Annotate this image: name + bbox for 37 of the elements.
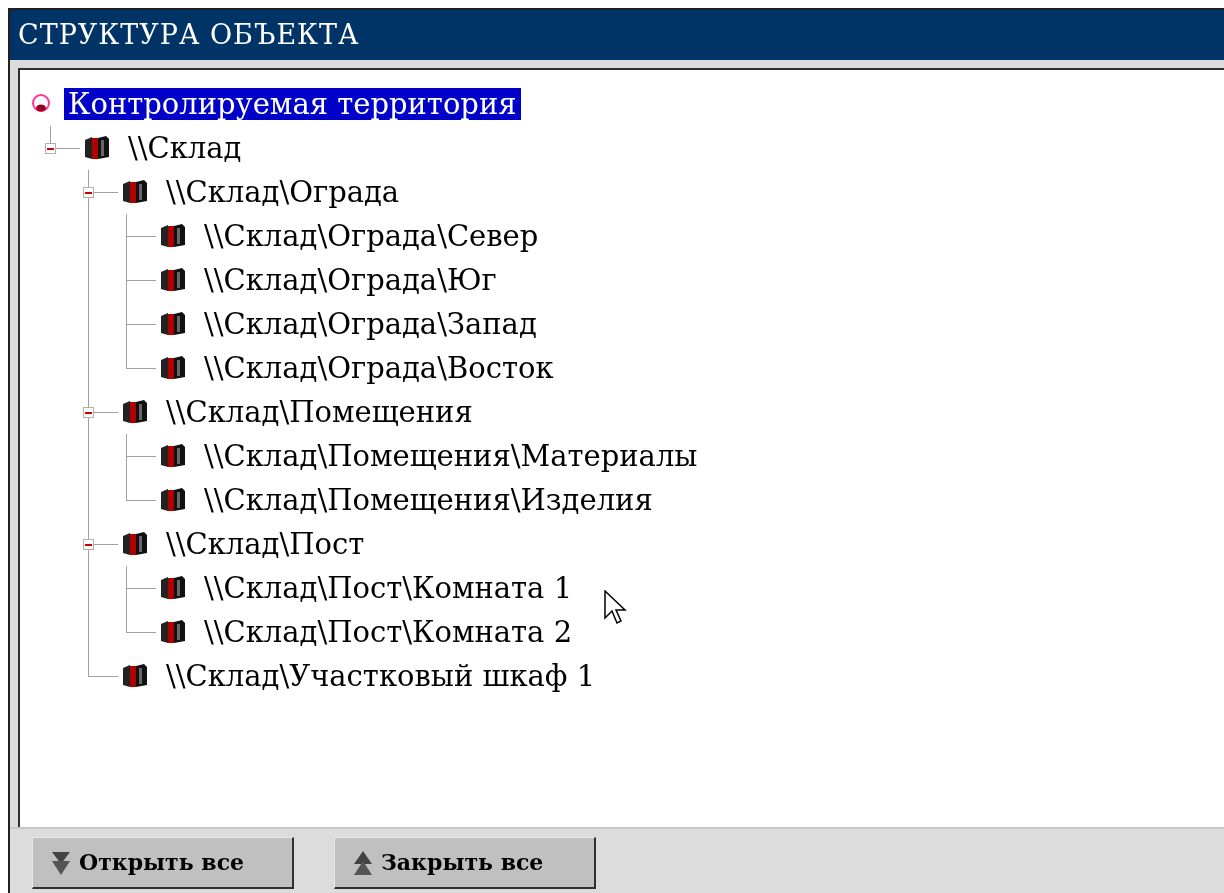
- tree-item[interactable]: \\Склад\Ограда\Запад: [200, 308, 541, 340]
- target-icon: [30, 93, 52, 115]
- collapse-toggle[interactable]: [45, 143, 56, 154]
- tree-item[interactable]: \\Склад: [124, 132, 246, 164]
- building-icon: [158, 619, 188, 645]
- window-title: СТРУКТУРА ОБЪЕКТА: [10, 10, 1224, 60]
- tree-item[interactable]: \\Склад\Помещения\Изделия: [200, 484, 657, 516]
- tree-item[interactable]: \\Склад\Ограда\Восток: [200, 352, 558, 384]
- tree-item[interactable]: \\Склад\Участковый шкаф 1: [162, 660, 600, 692]
- collapse-toggle[interactable]: [83, 539, 94, 550]
- collapse-toggle[interactable]: [83, 187, 94, 198]
- building-icon: [158, 355, 188, 381]
- collapse-all-button[interactable]: Закрыть все: [334, 837, 596, 889]
- tree-item[interactable]: \\Склад\Ограда\Север: [200, 220, 543, 252]
- building-icon: [120, 399, 150, 425]
- tree-item[interactable]: \\Склад\Пост: [162, 528, 369, 560]
- building-icon: [120, 663, 150, 689]
- tree-item[interactable]: \\Склад\Ограда\Юг: [200, 264, 501, 296]
- building-icon: [158, 311, 188, 337]
- double-up-arrow-icon: [353, 849, 373, 876]
- building-icon: [82, 135, 112, 161]
- tree-item[interactable]: \\Склад\Помещения\Материалы: [200, 440, 702, 472]
- tree-item[interactable]: Контролируемая территория: [64, 88, 521, 120]
- building-icon: [158, 443, 188, 469]
- tree-item[interactable]: \\Склад\Ограда: [162, 176, 404, 208]
- building-icon: [120, 531, 150, 557]
- expand-all-button[interactable]: Открыть все: [32, 837, 294, 889]
- building-icon: [158, 575, 188, 601]
- building-icon: [158, 267, 188, 293]
- tree-item[interactable]: \\Склад\Пост\Комната 2: [200, 616, 577, 648]
- double-down-arrow-icon: [51, 849, 71, 876]
- building-icon: [158, 223, 188, 249]
- tree-item[interactable]: \\Склад\Помещения: [162, 396, 477, 428]
- collapse-toggle[interactable]: [83, 407, 94, 418]
- building-icon: [120, 179, 150, 205]
- tree-item[interactable]: \\Склад\Пост\Комната 1: [200, 572, 577, 604]
- building-icon: [158, 487, 188, 513]
